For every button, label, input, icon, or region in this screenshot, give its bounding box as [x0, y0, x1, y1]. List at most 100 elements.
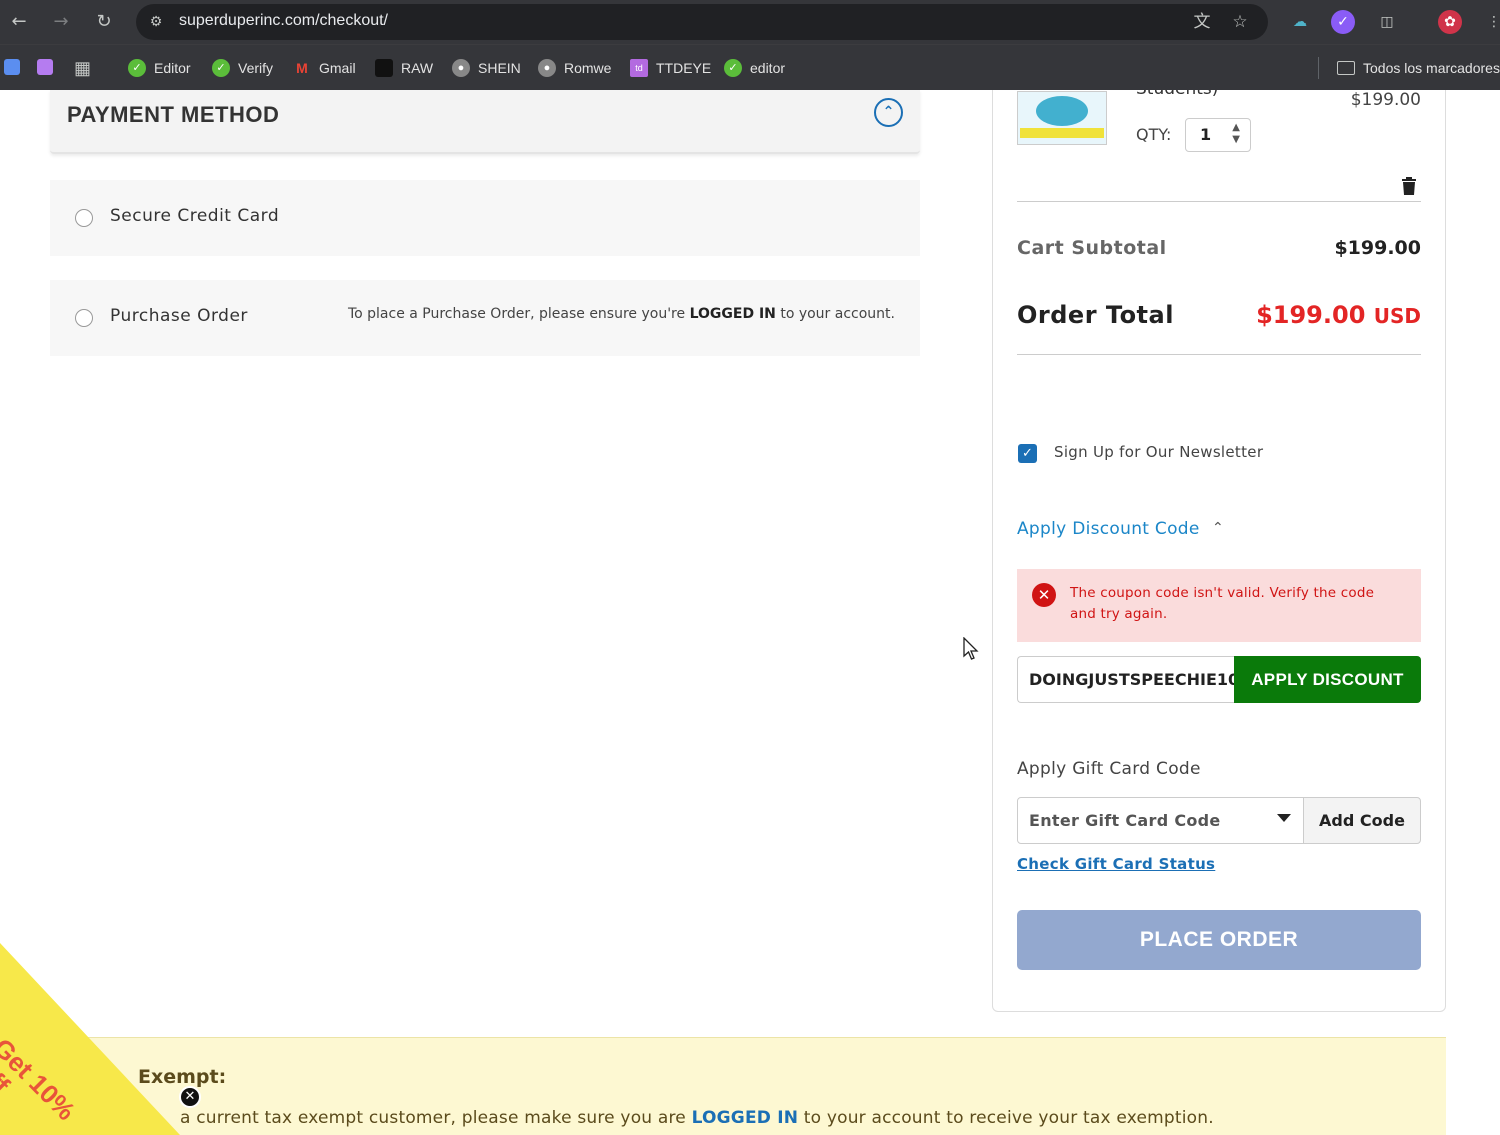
bookmark-blue-square-icon[interactable]: [4, 59, 20, 75]
discount-promo-tab[interactable]: Get 10% Off: [0, 943, 180, 1135]
error-text: The coupon code isn't valid. Verify the …: [1070, 585, 1375, 622]
gift-card-label: Apply Gift Card Code: [1017, 759, 1201, 779]
chevron-up-icon[interactable]: ⌃: [1212, 520, 1224, 536]
bookmark-romwe[interactable]: ● Romwe: [538, 57, 611, 79]
extensions-puzzle-icon[interactable]: ◫: [1375, 10, 1399, 34]
purchase-order-note: To place a Purchase Order, please ensure…: [348, 306, 895, 322]
newsletter-label[interactable]: Sign Up for Our Newsletter: [1054, 443, 1263, 461]
extension-cloud-icon[interactable]: ☁: [1288, 10, 1312, 34]
thumbnail-banner: [1020, 128, 1104, 138]
check-circle-icon: ✓: [212, 59, 230, 77]
po-note-prefix: To place a Purchase Order, please ensure…: [347, 306, 686, 322]
globe-icon: ●: [452, 59, 470, 77]
back-icon[interactable]: ←: [7, 10, 31, 34]
product-name[interactable]: Students): [1136, 90, 1218, 99]
gift-card-placeholder[interactable]: Enter Gift Card Code: [1029, 811, 1221, 830]
qty-label: QTY:: [1136, 125, 1172, 144]
coupon-error-message: ✕ The coupon code isn't valid. Verify th…: [1017, 569, 1421, 642]
bookmark-purple-square-icon[interactable]: [37, 59, 53, 75]
payment-method-title: PAYMENT METHOD: [67, 102, 280, 127]
purchase-order-label[interactable]: Purchase Order: [110, 306, 248, 326]
profile-avatar[interactable]: ✿: [1438, 10, 1462, 34]
mouse-cursor-icon: [963, 637, 979, 660]
po-note-bold: LOGGED IN: [689, 306, 776, 322]
bookmark-raw[interactable]: RAW: [375, 57, 433, 79]
tax-exempt-text: a current tax exempt customer, please ma…: [180, 1108, 1214, 1128]
extension-purple-icon[interactable]: ✓: [1331, 10, 1355, 34]
check-circle-icon: ✓: [128, 59, 146, 77]
site-settings-icon[interactable]: ⚙: [146, 13, 166, 31]
discount-code-input[interactable]: DOINGJUSTSPEECHIE10: [1017, 656, 1235, 703]
trash-icon[interactable]: [1401, 177, 1417, 195]
bookmark-gmail[interactable]: M Gmail: [293, 57, 356, 79]
divider: [1017, 354, 1421, 355]
bookmark-ttdeye[interactable]: td TTDEYE: [630, 57, 711, 79]
tax-logged-in-link[interactable]: LOGGED IN: [692, 1108, 799, 1128]
url-text[interactable]: superduperinc.com/checkout/: [179, 12, 388, 30]
bookmark-editor[interactable]: ✓ Editor: [128, 57, 191, 79]
tax-exempt-notice: Exempt: a current tax exempt customer, p…: [50, 1037, 1446, 1135]
bookmark-label: Gmail: [319, 60, 356, 76]
credit-card-label[interactable]: Secure Credit Card: [110, 206, 279, 226]
product-thumbnail[interactable]: [1017, 91, 1107, 145]
bookmarks-bar: ▦ ✓ Editor ✓ Verify M Gmail RAW ● SHEIN ● Rom…: [0, 44, 1500, 90]
bookmark-editor-2[interactable]: ✓ editor: [724, 57, 785, 79]
forward-icon[interactable]: →: [49, 10, 73, 34]
product-price: $199.00: [1350, 90, 1421, 110]
chevron-up-icon[interactable]: ⌃: [874, 98, 903, 127]
check-circle-icon: ✓: [724, 59, 742, 77]
error-icon: ✕: [1032, 583, 1056, 607]
quantity-stepper[interactable]: 1 ▲ ▼: [1185, 118, 1251, 152]
subtotal-label: Cart Subtotal: [1017, 237, 1167, 259]
purchase-order-radio[interactable]: [75, 309, 93, 327]
payment-method-header[interactable]: PAYMENT METHOD ⌃: [50, 90, 920, 154]
discount-code-value[interactable]: DOINGJUSTSPEECHIE10: [1029, 670, 1235, 689]
ttdeye-icon: td: [630, 59, 648, 77]
add-code-button[interactable]: Add Code: [1303, 797, 1421, 844]
apply-discount-button[interactable]: APPLY DISCOUNT: [1234, 656, 1421, 703]
all-bookmarks[interactable]: Todos los marcadores: [1337, 57, 1500, 79]
discount-toggle[interactable]: Apply Discount Code: [1017, 519, 1200, 539]
translate-icon[interactable]: 文: [1191, 11, 1213, 33]
raw-icon: [375, 59, 393, 77]
newsletter-checkbox[interactable]: ✓: [1018, 444, 1037, 463]
place-order-button[interactable]: PLACE ORDER: [1017, 910, 1421, 970]
bookmark-label: SHEIN: [478, 60, 521, 76]
bookmark-label: RAW: [401, 60, 434, 76]
all-bookmarks-label: Todos los marcadores: [1363, 60, 1500, 76]
reload-icon[interactable]: ↻: [92, 10, 116, 34]
bookmarks-divider: [1318, 57, 1319, 79]
address-bar[interactable]: ⚙ superduperinc.com/checkout/ 文 ☆: [136, 4, 1268, 40]
thumbnail-art: [1036, 96, 1088, 126]
order-total-amount: $199.00: [1256, 301, 1366, 329]
bookmark-label: Editor: [154, 60, 191, 76]
order-total-label: Order Total: [1017, 301, 1174, 329]
dropdown-caret-icon[interactable]: [1277, 814, 1291, 822]
bookmark-label: TTDEYE: [656, 60, 712, 76]
po-note-suffix: to your account.: [780, 306, 895, 322]
order-total-currency: USD: [1373, 304, 1421, 328]
gmail-icon: M: [296, 60, 308, 76]
menu-dots-icon[interactable]: ⋮: [1482, 10, 1500, 34]
checkout-page: PAYMENT METHOD ⌃ Secure Credit Card Purc…: [0, 90, 1500, 1135]
promo-close-icon[interactable]: ✕: [179, 1086, 201, 1108]
folder-icon: [1337, 61, 1355, 75]
bookmark-verify[interactable]: ✓ Verify: [212, 57, 273, 79]
spinner-icon[interactable]: ▲ ▼: [1232, 122, 1240, 146]
divider: [1017, 201, 1421, 202]
browser-toolbar: ← → ↻ ⚙ superduperinc.com/checkout/ 文 ☆ …: [0, 0, 1500, 44]
credit-card-radio[interactable]: [75, 209, 93, 227]
globe-icon: ●: [538, 59, 556, 77]
payment-option-credit-card[interactable]: Secure Credit Card: [50, 180, 920, 256]
bookmark-label: Romwe: [564, 60, 612, 76]
bookmark-star-icon[interactable]: ☆: [1229, 11, 1251, 33]
bookmark-label: Verify: [238, 60, 274, 76]
payment-option-purchase-order[interactable]: Purchase Order To place a Purchase Order…: [50, 280, 920, 356]
tax-text-suffix: to your account to receive your tax exem…: [803, 1108, 1214, 1128]
bookmark-shein[interactable]: ● SHEIN: [452, 57, 521, 79]
order-total-value: $199.00 USD: [1256, 301, 1421, 329]
apps-grid-icon[interactable]: ▦: [74, 57, 91, 79]
gift-card-input[interactable]: Enter Gift Card Code: [1017, 797, 1304, 844]
qty-value[interactable]: 1: [1200, 125, 1211, 144]
check-gift-card-status-link[interactable]: Check Gift Card Status: [1017, 855, 1215, 873]
